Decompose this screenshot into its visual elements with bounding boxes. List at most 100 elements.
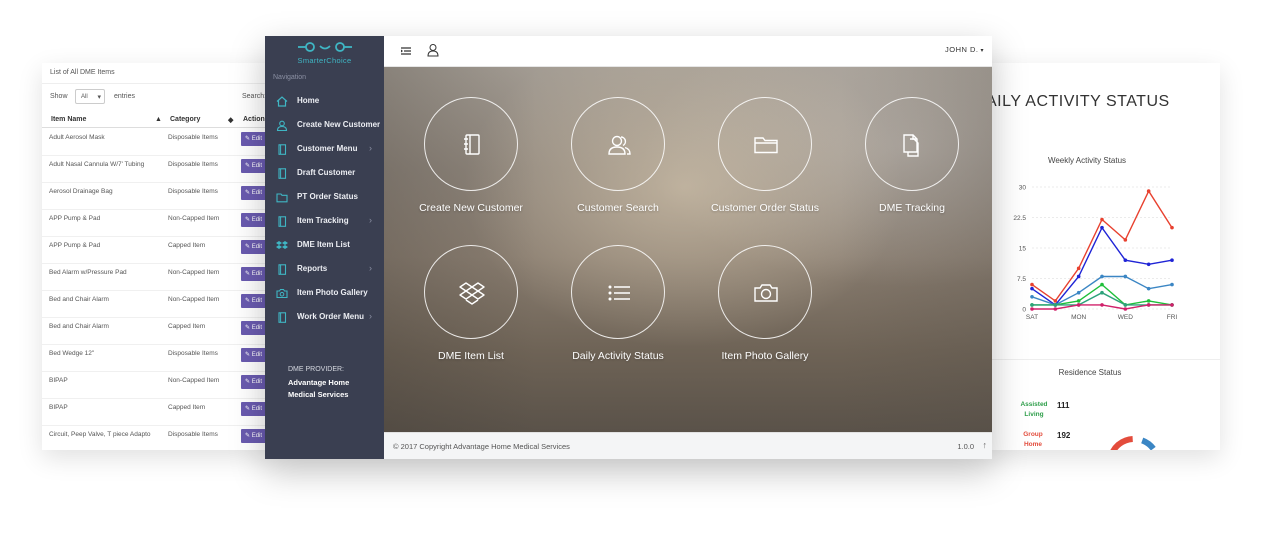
data-point [1100,303,1104,307]
copyright-text: © 2017 Copyright Advantage Home Medical … [393,442,570,451]
sidebar-item-customer-menu[interactable]: Customer Menu › [265,137,384,161]
sidebar-item-item-tracking[interactable]: Item Tracking › [265,209,384,233]
sort-icon[interactable]: ▲ [155,116,162,123]
y-tick-label: 7.5 [1017,276,1026,283]
table-row: APP Pump & Pad Non-Capped Item ✎ Edit [42,210,272,237]
list-icon [608,285,630,301]
sidebar-item-work-order-menu[interactable]: Work Order Menu › [265,305,384,329]
sidebar-item-label: DME Item List [297,240,350,249]
tile-circle [424,245,518,339]
edit-label: Edit [251,379,263,385]
tile-daily-activity-status[interactable]: Daily Activity Status [548,245,688,375]
table-row: Aerosol Drainage Bag Disposable Items ✎ Ed… [42,183,272,210]
table-row: BIPAP Capped Item ✎ Edit [42,399,272,426]
top-bar: JOHN D. ▾ [384,36,992,67]
category-cell: Disposable Items [168,350,218,357]
data-point [1030,307,1034,311]
data-point [1030,282,1034,287]
tile-dme-tracking[interactable]: DME Tracking [842,97,982,227]
dashboard-content: Create New Customer Customer Search Cust… [384,67,992,432]
navigation-caption: Navigation [273,74,307,81]
x-tick-label: FRI [1167,314,1178,321]
sidebar-item-draft-customer[interactable]: Draft Customer [265,161,384,185]
camera-icon [754,284,778,302]
category-cell: Non-Capped Item [168,215,220,222]
provider-caption: DME PROVIDER: [288,366,345,373]
entries-label: entries [114,93,136,100]
sidebar-item-pt-order-status[interactable]: PT Order Status [265,185,384,209]
category-cell: Disposable Items [168,431,218,438]
table-row: Bed and Chair Alarm Non-Capped Item ✎ Edit [42,291,272,318]
data-point [1100,225,1104,230]
tile-create-new-customer[interactable]: Create New Customer [401,97,541,227]
item-name-cell: BIPAP [49,377,68,384]
folder-icon [754,137,778,154]
data-point [1146,286,1151,291]
column-header-category[interactable]: Category [170,116,200,123]
edit-label: Edit [251,271,263,277]
data-point [1076,274,1081,279]
data-point [1170,258,1174,262]
tile-customer-search[interactable]: Customer Search [548,97,688,227]
edit-label: Edit [251,136,263,142]
tile-label: Item Photo Gallery [721,350,809,362]
documents-icon [903,134,919,157]
category-cell: Disposable Items [168,161,218,168]
camera-icon [276,288,288,299]
tile-customer-order-status[interactable]: Customer Order Status [695,97,835,227]
residence-status-title: Residence Status [1058,368,1122,377]
book-icon [276,264,288,275]
item-name-cell: Aerosol Drainage Bag [49,188,113,195]
version-text: 1.0.0 [957,442,974,451]
data-point [1146,299,1151,303]
sidebar-item-reports[interactable]: Reports › [265,257,384,281]
sidebar-item-home[interactable]: Home [265,89,384,113]
sort-icon[interactable]: ◆ [228,116,233,124]
tile-label: Customer Search [577,202,659,214]
table-row: Bed Wedge 12" Disposable Items ✎ Edit [42,345,272,372]
tile-dme-item-list[interactable]: DME Item List [401,245,541,375]
sidebar-item-item-photo-gallery[interactable]: Item Photo Gallery [265,281,384,305]
page-size-select[interactable]: All [75,89,105,104]
edit-label: Edit [251,190,263,196]
sidebar-item-label: Item Tracking [297,216,349,225]
edit-label: Edit [251,406,263,412]
folder-icon [276,192,288,203]
edit-label: Edit [251,433,263,439]
residence-value-group-home: 192 [1057,431,1071,440]
tile-item-photo-gallery[interactable]: Item Photo Gallery [695,245,835,375]
edit-label: Edit [251,298,263,304]
data-point [1146,262,1151,267]
sidebar-item-label: Item Photo Gallery [297,288,368,297]
divider [984,359,1220,360]
chevron-right-icon: › [369,215,372,225]
dme-list-title: List of All DME Items [50,69,115,76]
sidebar-item-dme-item-list[interactable]: DME Item List [265,233,384,257]
column-header-item-name[interactable]: Item Name [51,116,86,123]
data-point [1123,274,1128,279]
user-profile-icon[interactable] [427,43,439,57]
x-tick-label: SAT [1026,314,1038,321]
x-tick-label: MON [1071,314,1086,321]
category-cell: Non-Capped Item [168,269,220,276]
divider [42,83,272,84]
data-point [1076,299,1081,303]
data-point [1030,295,1034,299]
tile-circle [718,245,812,339]
data-point [1100,282,1104,287]
sidebar-item-create-new-customer[interactable]: Create New Customer [265,113,384,137]
user-menu[interactable]: JOHN D. ▾ [945,45,984,54]
search-label: Search: [242,93,267,100]
scroll-to-top-icon[interactable]: ↑ [983,440,988,450]
item-name-cell: Bed Alarm w/Pressure Pad [49,269,127,276]
users-icon [608,135,631,155]
menu-toggle-icon[interactable] [400,45,412,57]
tile-label: Customer Order Status [711,202,819,214]
dropbox-icon [459,282,485,305]
data-point [1146,189,1151,193]
book-icon [276,216,288,227]
item-name-cell: Bed Wedge 12" [49,350,95,357]
sidebar-item-label: Work Order Menu [297,312,364,321]
table-row: Bed Alarm w/Pressure Pad Non-Capped Item ✎… [42,264,272,291]
tile-circle [718,97,812,191]
